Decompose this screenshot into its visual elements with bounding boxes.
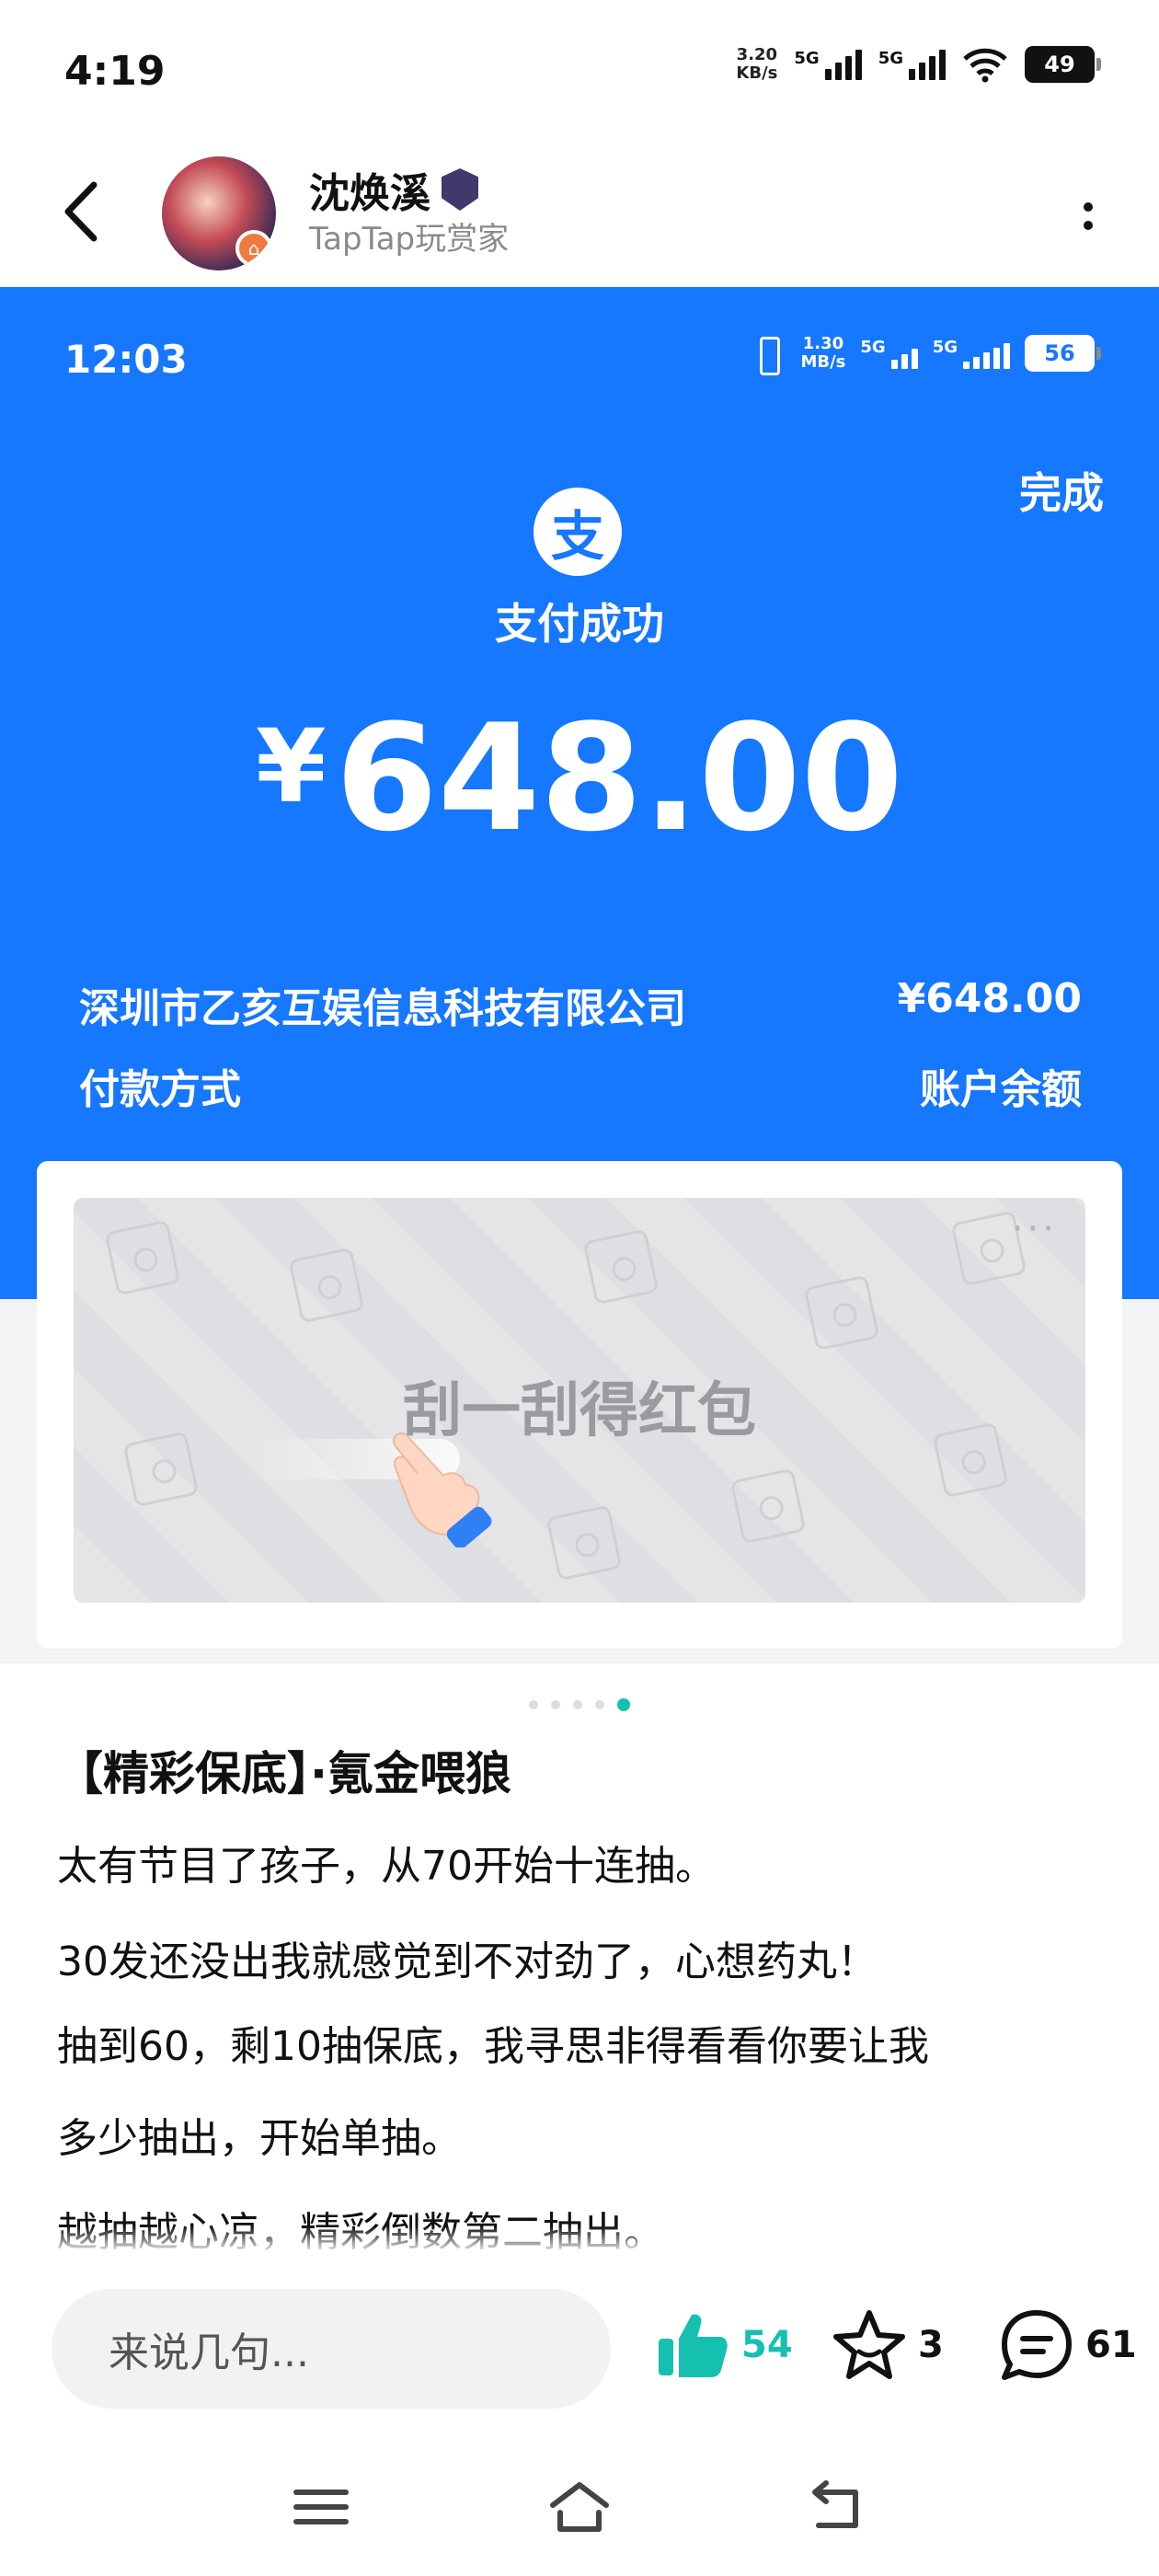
status-icons: 3.20 KB/s 5G 5G 49 — [736, 46, 1101, 83]
system-nav-bar — [0, 2438, 1159, 2576]
payment-method-label: 付款方式 — [79, 1066, 241, 1113]
network-speed: 3.20 KB/s — [736, 46, 777, 83]
post-paragraph: 太有节目了孩子，从70开始十连抽。 — [57, 1843, 716, 1890]
chevron-left-icon — [64, 181, 98, 242]
signal-icon: 5G — [794, 49, 862, 80]
comments-button[interactable]: 61 — [999, 2307, 1137, 2383]
carousel-dot — [529, 1700, 538, 1709]
embedded-battery-icon: 56 — [1025, 335, 1101, 372]
post-paragraph: 多少抽出，开始单抽。 — [57, 2115, 462, 2162]
user-subtitle: TapTap玩赏家 — [309, 221, 510, 258]
like-button[interactable]: 54 — [655, 2307, 793, 2383]
amount-value: 648.00 — [335, 692, 903, 864]
carousel-indicator — [0, 1698, 1159, 1711]
post-header: ⌂ 沈焕溪 TapTap玩赏家 — [0, 138, 1159, 287]
signal-icon: 5G — [878, 49, 946, 80]
embedded-network-speed: 1.30 MB/s — [800, 335, 845, 372]
network-speed-unit: KB/s — [736, 63, 778, 83]
signal-icon: 5G — [860, 338, 918, 369]
carousel-dot — [573, 1700, 582, 1709]
embedded-network-speed-value: 1.30 — [802, 334, 844, 353]
carousel-dot-active — [617, 1698, 630, 1711]
dot-icon — [1084, 221, 1093, 230]
network-speed-value: 3.20 — [736, 45, 778, 64]
avatar[interactable]: ⌂ — [162, 156, 276, 270]
back-button[interactable] — [53, 175, 109, 248]
currency-symbol: ¥ — [256, 707, 327, 825]
wifi-icon — [963, 48, 1007, 83]
thumbs-up-icon — [659, 2314, 728, 2377]
content-fade — [0, 2226, 1159, 2254]
battery-icon: 49 — [1025, 46, 1101, 83]
favorite-count: 3 — [918, 2324, 944, 2366]
payment-status: 支付成功 — [495, 599, 664, 649]
merchant-row: 深圳市乙亥互娱信息科技有限公司 ¥648.00 — [79, 975, 1082, 1034]
embedded-status-bar: 12:03 1.30 MB/s 5G 5G 56 — [0, 287, 1159, 434]
sim2-label: 5G — [878, 49, 903, 68]
payment-method-value: 账户余额 — [920, 1066, 1082, 1113]
hand-pointer-icon — [392, 1432, 492, 1547]
carousel-dot — [595, 1700, 604, 1709]
more-icon[interactable]: ··· — [1012, 1211, 1058, 1248]
payment-amount: ¥648.00 — [0, 692, 1159, 864]
home-badge-icon: ⌂ — [235, 230, 272, 267]
embedded-network-speed-unit: MB/s — [800, 352, 846, 372]
post-paragraph: 抽到60，剩10抽保底，我寻思非得看看你要让我 — [57, 2023, 929, 2070]
embedded-status-time: 12:03 — [64, 337, 188, 382]
pattern-icon — [582, 1228, 660, 1305]
user-name: 沈焕溪 — [309, 170, 430, 217]
sim1-label: 5G — [794, 49, 820, 68]
pattern-icon — [288, 1247, 365, 1324]
favorite-button[interactable]: 3 — [832, 2307, 944, 2383]
status-bar: 4:19 3.20 KB/s 5G 5G 49 — [0, 0, 1159, 138]
signal-icon: 5G — [933, 338, 1010, 369]
alipay-logo-icon: 支 — [534, 488, 622, 576]
medal-icon — [442, 168, 478, 211]
more-options-button[interactable] — [1074, 193, 1102, 239]
dot-icon — [1084, 202, 1093, 212]
comment-icon — [1002, 2310, 1072, 2380]
comment-count: 61 — [1085, 2324, 1137, 2366]
pattern-icon — [545, 1504, 623, 1581]
comment-input[interactable]: 来说几句... — [52, 2289, 611, 2409]
embedded-sim1-label: 5G — [860, 338, 886, 357]
post-paragraph: 30发还没出我就感觉到不对劲了，心想药丸！ — [57, 1938, 878, 1985]
embedded-sim2-label: 5G — [932, 338, 958, 357]
embedded-status-icons: 1.30 MB/s 5G 5G 56 — [749, 335, 1101, 375]
post-title: 【精彩保底】·氪金喂狼 — [57, 1747, 511, 1800]
like-count: 54 — [741, 2324, 793, 2366]
star-icon — [833, 2310, 905, 2379]
scratch-area[interactable]: ··· 刮一刮得红包 — [74, 1198, 1085, 1603]
merchant-name: 深圳市乙亥互娱信息科技有限公司 — [79, 985, 686, 1032]
scratch-prompt: 刮一刮得红包 — [403, 1377, 756, 1445]
pattern-icon — [104, 1219, 181, 1296]
merchant-amount: ¥648.00 — [897, 975, 1082, 1022]
user-name-row[interactable]: 沈焕溪 — [309, 160, 478, 219]
done-button[interactable]: 完成 — [1019, 460, 1104, 521]
carousel-dot — [551, 1700, 560, 1709]
vibrate-icon — [749, 335, 786, 375]
action-bar: 来说几句... 54 3 61 — [0, 2252, 1159, 2436]
home-icon[interactable] — [547, 2479, 612, 2535]
scratch-card: ··· 刮一刮得红包 — [37, 1161, 1122, 1649]
status-time: 4:19 — [64, 48, 166, 95]
pattern-icon — [729, 1467, 807, 1545]
pattern-icon — [803, 1274, 880, 1351]
payment-method-row: 付款方式 账户余额 — [79, 1056, 1082, 1115]
menu-icon[interactable] — [289, 2479, 353, 2535]
post-image[interactable]: 12:03 1.30 MB/s 5G 5G 56 完成 支 支付成功 ¥648.… — [0, 287, 1159, 1663]
back-nav-icon[interactable] — [804, 2479, 868, 2535]
